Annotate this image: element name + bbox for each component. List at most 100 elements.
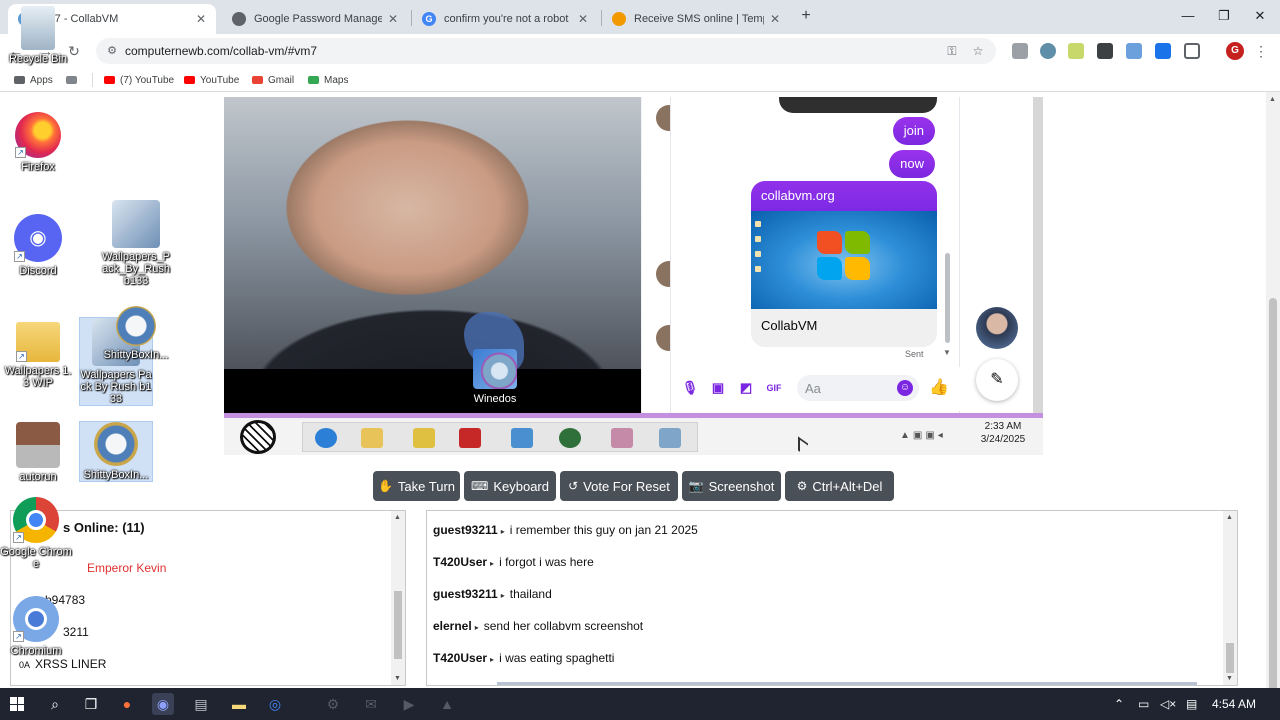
taskbar-clock[interactable]: 4:54 AM [1212,697,1256,711]
bookmark-gmail[interactable]: Gmail [252,73,294,87]
chat-username[interactable]: guest93211 [433,587,498,601]
close-tab-icon[interactable]: ✕ [578,12,588,26]
bookmark-youtube[interactable]: YouTube [184,73,239,87]
chat-username[interactable]: T420User [433,651,487,665]
network-icon[interactable]: ▭ [1138,697,1149,711]
bookmark-tab-grid[interactable] [66,73,82,87]
firefox-desktop-icon[interactable]: ↗ Firefox [2,112,74,173]
firefox-taskbar-icon[interactable]: ● [116,693,138,715]
sticker-icon[interactable]: ◩ [737,379,755,397]
page-scrollbar[interactable]: ▲ [1266,92,1280,692]
tab-password-manager[interactable]: Google Password Manager ✕ [222,4,408,34]
vpn-extension-icon[interactable] [1040,43,1056,59]
ctrl-alt-del-button[interactable]: ⚙ Ctrl+Alt+Del [785,471,894,501]
app-taskbar-icon[interactable]: ▲ [436,693,458,715]
vm-start-button[interactable] [240,420,276,454]
task-view-icon[interactable]: ❐ [80,693,102,715]
search-icon[interactable]: ⌕ [44,693,66,715]
contact-avatar[interactable] [656,105,670,131]
shittybox-desktop-icon[interactable]: ShittyBoxIn... [79,421,153,482]
gif-icon[interactable]: GIF [765,379,783,397]
winedos-desktop-icon[interactable]: Winedos [462,349,528,413]
link-preview-card[interactable]: collabvm.org CollabVM [751,181,937,347]
vm-system-tray-icon[interactable]: ▲▣▣◂ [900,430,970,444]
bookmark-youtube-7[interactable]: (7) YouTube [104,73,174,87]
windows-start-icon[interactable] [10,697,24,711]
bookmark-maps[interactable]: Maps [308,73,348,87]
password-key-icon[interactable]: ⚿ [944,43,960,59]
photo-icon[interactable]: ▣ [709,379,727,397]
message-input[interactable]: Aa ☺ [797,375,919,401]
vote-for-reset-button[interactable]: ↺ Vote For Reset [560,471,678,501]
window-close-icon[interactable]: ✕ [1248,6,1272,26]
google-chrome-desktop-icon[interactable]: ↗ Google Chrome [0,497,72,570]
wallpapers-pack-desktop-icon[interactable]: Wallpapers_Pack_By_Rush b133 [100,200,172,287]
close-tab-icon[interactable]: ✕ [770,12,780,26]
tab-robot-check[interactable]: G confirm you're not a robot goo ✕ [412,4,598,34]
emoji-icon[interactable]: ☺ [897,380,913,396]
new-tab-button[interactable]: + [796,6,816,26]
explorer-folder-icon[interactable] [361,428,383,448]
user-list-item[interactable]: 0A XRSS LINER [19,657,106,671]
kebab-menu-icon[interactable]: ⋮ [1254,42,1268,60]
messenger-scrollbar[interactable]: ▼ [943,113,951,357]
minimize-icon[interactable]: — [1176,6,1200,26]
star-extension-icon[interactable] [1068,43,1084,59]
puzzle-extensions-icon[interactable] [1184,43,1200,59]
notification-icon[interactable]: ▤ [1186,697,1197,711]
tabs-extension-icon[interactable] [1155,43,1171,59]
help-icon[interactable] [413,428,435,448]
close-tab-icon[interactable]: ✕ [196,12,206,26]
paint-icon[interactable] [659,428,681,448]
terminal-taskbar-icon[interactable]: ▤ [190,693,212,715]
chat-username[interactable]: T420User [433,555,487,569]
user-list-item[interactable]: Emperor Kevin [87,561,166,575]
shittybox-top-desktop-icon[interactable]: ShittyBoxIn... [100,306,172,361]
chat-username[interactable]: guest93211 [433,523,498,537]
chromium-desktop-icon[interactable]: ↗ Chromium [0,596,72,657]
contact-avatar[interactable] [656,325,670,351]
shield-extension-icon[interactable] [1012,43,1028,59]
file-explorer-icon[interactable]: ▬ [228,693,250,715]
discord-desktop-icon[interactable]: ◉ ↗ Discord [2,214,74,277]
network-icon[interactable] [511,428,533,448]
mail-taskbar-icon[interactable]: ✉ [360,693,382,715]
users-scrollbar[interactable]: ▲ ▼ [391,511,405,685]
bookmark-star-icon[interactable]: ☆ [970,43,986,59]
chat-horizontal-scrollbar[interactable] [497,682,1197,685]
close-tab-icon[interactable]: ✕ [388,12,398,26]
take-turn-button[interactable]: ✋ Take Turn [373,471,460,501]
tab-receive-sms[interactable]: Receive SMS online | Temporar ✕ [602,4,790,34]
vm-display[interactable]: Winedos join now collabvm.org CollabVM S… [224,97,1043,455]
maximize-icon[interactable]: ❐ [1212,6,1236,26]
bookmark-apps[interactable]: Apps [14,73,53,87]
new-message-icon[interactable]: ✎ [976,359,1018,401]
keyboard-button[interactable]: ⌨ Keyboard [464,471,556,501]
screenshot-button[interactable]: 📷 Screenshot [682,471,781,501]
address-bar[interactable]: ⚙ computernewb.com/collab-vm/#vm7 ⚿ ☆ [96,38,996,64]
microphone-icon[interactable]: 🎙 [681,379,699,397]
site-info-icon[interactable]: ⚙ [104,43,120,59]
media-extension-icon[interactable] [1126,43,1142,59]
mail-icon[interactable] [459,428,481,448]
discord-taskbar-icon[interactable]: ◉ [152,693,174,715]
show-hidden-icons-icon[interactable]: ⌃ [1114,697,1124,711]
internet-explorer-icon[interactable] [315,428,337,448]
media-player-icon[interactable] [559,428,581,448]
chat-username[interactable]: elernel [433,619,472,633]
tools-icon[interactable] [611,428,633,448]
profile-avatar[interactable]: G [1226,42,1244,60]
dark-extension-icon[interactable] [1097,43,1113,59]
vm-window-scrollbar[interactable] [1033,97,1043,413]
volume-icon[interactable]: ◁× [1160,697,1176,711]
recycle-bin-desktop-icon[interactable]: Recycle Bin [2,6,74,65]
thumbs-up-icon[interactable]: 👍 [929,379,949,397]
contact-avatar[interactable] [656,261,670,287]
chrome-taskbar-icon[interactable]: ◎ [264,693,286,715]
autorun-desktop-icon[interactable]: autorun [2,422,74,483]
chat-scrollbar[interactable]: ▲ ▼ [1223,511,1237,685]
media-taskbar-icon[interactable]: ▶ [398,693,420,715]
settings-taskbar-icon[interactable]: ⚙ [322,693,344,715]
wallpapers-folder-desktop-icon[interactable]: ↗ Wallpapers 1.3 WIP [2,322,74,389]
chat-head-avatar[interactable] [976,307,1018,349]
